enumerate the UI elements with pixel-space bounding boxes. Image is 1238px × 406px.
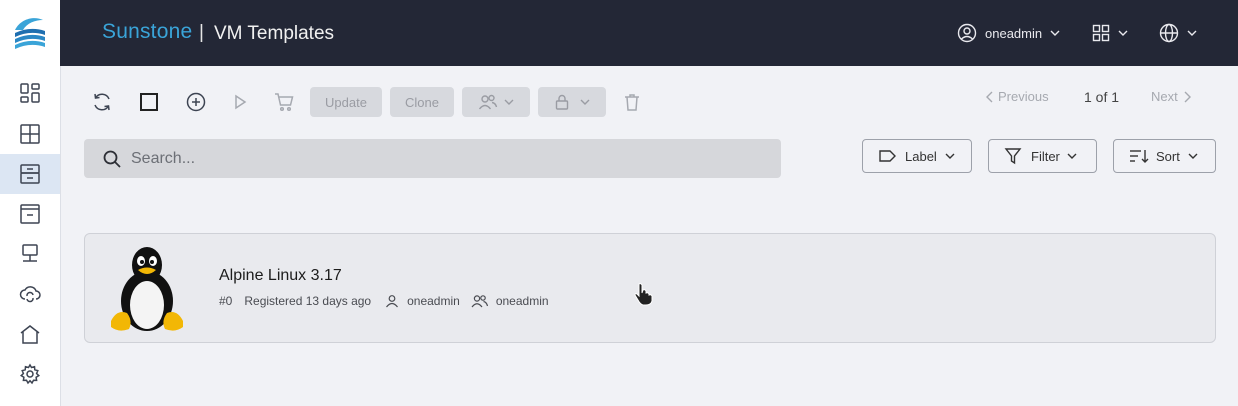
user-name: oneadmin <box>985 25 1043 41</box>
chevron-down-icon <box>1067 153 1077 159</box>
label-filter-button[interactable]: Label <box>862 139 972 173</box>
chevron-down-icon <box>504 99 513 105</box>
select-all-checkbox[interactable] <box>135 88 163 116</box>
sidebar-item-templates[interactable] <box>0 154 60 194</box>
template-group: oneadmin <box>495 294 549 308</box>
template-name: Alpine Linux 3.17 <box>219 267 342 284</box>
sidebar-item-settings[interactable] <box>0 354 60 394</box>
instantiate-button[interactable] <box>226 88 254 116</box>
users-icon <box>478 94 497 110</box>
next-page-button[interactable]: Next <box>1151 89 1192 104</box>
user-icon <box>386 295 399 308</box>
previous-label: Previous <box>998 89 1049 104</box>
globe-icon <box>1159 23 1179 43</box>
page-info: 1 of 1 <box>1084 89 1120 105</box>
refresh-button[interactable] <box>88 88 116 116</box>
search-input[interactable] <box>131 143 751 174</box>
template-owner: oneadmin <box>407 294 460 308</box>
apps-grid-icon <box>1092 24 1110 42</box>
search-box <box>84 139 781 178</box>
cloud-sync-icon <box>19 286 41 303</box>
sidebar-item-cloud[interactable] <box>0 274 60 314</box>
tux-penguin-logo <box>111 247 183 331</box>
chevron-down-icon <box>1188 153 1198 159</box>
sidebar-item-dashboard[interactable] <box>0 73 60 113</box>
language-menu-button[interactable] <box>1159 20 1198 46</box>
sort-button[interactable]: Sort <box>1113 139 1216 173</box>
chevron-left-icon <box>986 91 993 102</box>
filter-button-text: Filter <box>1031 148 1060 164</box>
sort-icon <box>1130 150 1149 163</box>
apps-menu-button[interactable] <box>1092 20 1129 46</box>
lock-icon <box>555 94 568 110</box>
sidebar <box>0 0 61 406</box>
clone-button[interactable]: Clone <box>390 87 454 117</box>
marketplace-button[interactable] <box>270 88 298 116</box>
add-circle-icon <box>186 92 206 112</box>
chevron-down-icon <box>1050 30 1060 36</box>
chevron-down-icon <box>1187 30 1197 36</box>
sidebar-item-infrastructure[interactable] <box>0 314 60 354</box>
box-icon <box>20 204 40 224</box>
sort-button-text: Sort <box>1156 148 1180 164</box>
chevron-right-icon <box>1184 91 1191 102</box>
search-icon <box>103 150 121 168</box>
template-id: #0 <box>219 294 233 308</box>
archive-icon <box>20 164 40 184</box>
delete-button[interactable] <box>618 88 646 116</box>
user-circle-icon <box>957 23 977 43</box>
sidebar-item-networks[interactable] <box>0 234 60 274</box>
chevron-down-icon <box>945 153 955 159</box>
title-separator: | <box>199 22 204 43</box>
filter-button[interactable]: Filter <box>988 139 1097 173</box>
play-icon <box>235 94 247 110</box>
home-icon <box>20 325 40 344</box>
opennebula-logo[interactable] <box>0 0 60 66</box>
brand-name[interactable]: Sunstone <box>102 20 192 44</box>
dashboard-icon <box>20 83 40 103</box>
sidebar-item-storage[interactable] <box>0 194 60 234</box>
chevron-down-icon <box>1118 30 1128 36</box>
filter-icon <box>1004 148 1022 165</box>
previous-page-button[interactable]: Previous <box>985 89 1049 104</box>
update-button[interactable]: Update <box>310 87 382 117</box>
trash-icon <box>625 94 639 111</box>
gear-icon <box>19 363 41 385</box>
page-title: VM Templates <box>214 23 335 44</box>
grid-icon <box>20 124 40 144</box>
next-label: Next <box>1151 89 1178 104</box>
template-meta: #0 Registered 13 days ago oneadmin onead… <box>219 294 549 308</box>
checkbox-icon <box>140 93 158 111</box>
template-registered: Registered 13 days ago <box>244 294 372 308</box>
create-button[interactable] <box>182 88 210 116</box>
tag-icon <box>879 150 896 162</box>
group-icon <box>471 295 488 308</box>
chevron-down-icon <box>580 99 589 105</box>
user-menu-button[interactable]: oneadmin <box>957 20 1061 46</box>
cart-icon <box>275 93 294 112</box>
lock-menu-button[interactable] <box>538 87 606 117</box>
ownership-menu-button[interactable] <box>462 87 530 117</box>
top-header: Sunstone | VM Templates oneadmin <box>60 0 1238 66</box>
refresh-icon <box>94 93 110 111</box>
hand-cursor-icon <box>634 283 653 306</box>
sidebar-item-instances[interactable] <box>0 114 60 154</box>
label-button-text: Label <box>905 148 937 164</box>
monitor-icon <box>22 244 38 262</box>
